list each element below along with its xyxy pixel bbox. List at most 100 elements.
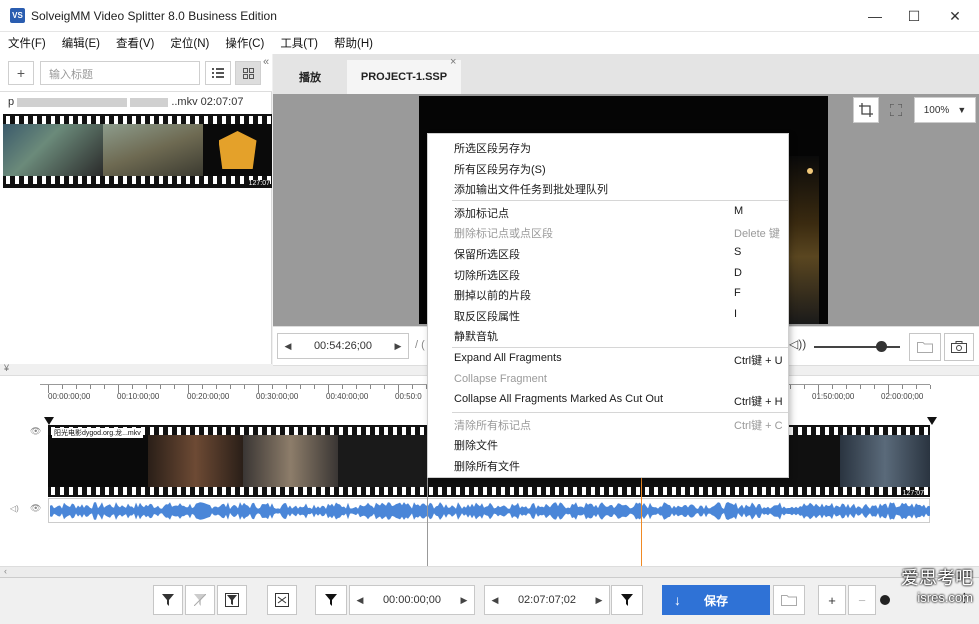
collapse-panel-icon[interactable]: « — [263, 56, 269, 68]
ruler-label: 00:20:00;00 — [187, 392, 230, 401]
ruler-tick — [62, 385, 63, 389]
context-menu-item[interactable]: 所有区段另存为(S) — [428, 158, 788, 178]
menu-edit[interactable]: 编辑(E) — [62, 35, 100, 51]
ruler-label: 00:00:00;00 — [48, 392, 91, 401]
context-menu-item[interactable]: 保留所选区段 S — [428, 243, 788, 263]
track-perforation-bottom — [48, 487, 930, 495]
menu-item-label: Collapse Fragment — [454, 372, 547, 385]
grid-view-icon[interactable] — [235, 61, 261, 85]
zoom-in-button[interactable]: + — [818, 585, 846, 615]
context-menu-item[interactable]: 删掉以前的片段 F — [428, 284, 788, 304]
zoom-out-button[interactable]: − — [848, 585, 876, 615]
zoom-slider-handle[interactable] — [880, 595, 890, 605]
filter-icon[interactable] — [153, 585, 183, 615]
end-prev-icon[interactable]: ◀ — [485, 595, 505, 606]
menu-item-label: 添加标记点 — [454, 207, 509, 220]
minimize-button[interactable]: — — [853, 0, 897, 32]
zoom-select[interactable]: 100% ▼ — [914, 97, 976, 123]
volume-icon[interactable]: ◁)) — [789, 337, 806, 351]
cut-segment-icon[interactable] — [217, 585, 247, 615]
marker-start-icon[interactable] — [315, 585, 347, 615]
menu-tools[interactable]: 工具(T) — [280, 35, 318, 51]
context-menu-item[interactable]: 切除所选区段 D — [428, 264, 788, 284]
menu-item-label: 删除所有文件 — [454, 461, 520, 473]
audio-icon[interactable]: ◁) — [10, 504, 19, 513]
current-time-box[interactable]: ◀ 00:54:26;00 ▶ — [277, 333, 409, 359]
watermark-line2: isres.com — [917, 590, 973, 605]
bottom-toolbar: ◀ 00:00:00;00 ▶ ◀ 02:07:07;02 ▶ ↓ 保存 + −… — [0, 577, 979, 624]
start-time[interactable]: 00:00:00;00 — [370, 594, 454, 606]
context-menu-item[interactable]: 静默音轨 — [428, 325, 788, 345]
ruler-label: 01:50:00;00 — [812, 392, 855, 401]
end-marker-icon[interactable] — [927, 417, 937, 425]
ruler-tick — [874, 385, 875, 389]
end-time[interactable]: 02:07:07;02 — [505, 594, 589, 606]
close-button[interactable]: ✕ — [933, 0, 977, 32]
menu-item-label: Collapse All Fragments Marked As Cut Out — [454, 393, 664, 406]
next-frame-icon[interactable]: ▶ — [388, 341, 408, 352]
start-time-box[interactable]: ◀ 00:00:00;00 ▶ — [349, 585, 475, 615]
close-tab-icon[interactable]: × — [450, 56, 456, 68]
menu-item-label: 清除所有标记点 — [454, 419, 531, 432]
chevron-down-icon: ▼ — [957, 105, 967, 115]
context-menu-item[interactable]: 取反区段属性 I — [428, 305, 788, 325]
output-folder-icon[interactable] — [773, 585, 805, 615]
ruler-tick — [286, 385, 287, 389]
scroll-left-icon[interactable]: ‹ — [4, 566, 7, 576]
save-button[interactable]: ↓ 保存 — [662, 585, 770, 615]
context-menu-item[interactable]: 添加标记点 M — [428, 202, 788, 222]
add-file-button[interactable]: + — [8, 61, 34, 85]
menu-item-label: 添加输出文件任务到批处理队列 — [454, 184, 608, 197]
snapshot-icon[interactable] — [944, 333, 974, 361]
tab-project[interactable]: PROJECT-1.SSP — [347, 60, 461, 94]
street-lamp — [807, 168, 813, 174]
menu-view[interactable]: 查看(V) — [116, 35, 154, 51]
marker-end-icon[interactable] — [611, 585, 643, 615]
tab-media[interactable]: 播放 — [273, 60, 347, 94]
context-menu-item: 删除标记点或点区段 Delete 键 — [428, 222, 788, 242]
end-next-icon[interactable]: ▶ — [589, 595, 609, 606]
mute-segment-icon[interactable] — [267, 585, 297, 615]
context-menu-item[interactable]: 添加输出文件任务到批处理队列 — [428, 178, 788, 198]
current-time[interactable]: 00:54:26;00 — [298, 340, 388, 352]
ruler-tick — [300, 385, 301, 389]
context-menu-item[interactable]: 删除所有文件 — [428, 455, 788, 475]
download-icon: ↓ — [674, 592, 681, 608]
folder-icon[interactable] — [909, 333, 941, 361]
start-marker-icon[interactable] — [44, 417, 54, 425]
volume-slider[interactable] — [814, 346, 900, 348]
volume-handle[interactable] — [876, 341, 887, 352]
time-separator: / ( — [415, 339, 425, 351]
list-view-icon[interactable] — [205, 61, 231, 85]
context-menu-item: Collapse Fragment — [428, 370, 788, 390]
menu-item-label: 取反区段属性 — [454, 310, 520, 323]
maximize-button[interactable]: ☐ — [892, 0, 936, 32]
clear-filter-icon[interactable] — [185, 585, 215, 615]
ruler-label: 00:30:00;00 — [256, 392, 299, 401]
ruler-tick — [384, 385, 385, 389]
video-light — [789, 156, 819, 324]
start-next-icon[interactable]: ▶ — [454, 595, 474, 606]
prev-frame-icon[interactable]: ◀ — [278, 341, 298, 352]
end-time-box[interactable]: ◀ 02:07:07;02 ▶ — [484, 585, 610, 615]
ruler-tick — [832, 385, 833, 389]
audio-eye-icon[interactable]: 👁 — [30, 503, 41, 514]
fullscreen-icon[interactable] — [883, 97, 909, 123]
menu-navigate[interactable]: 定位(N) — [170, 35, 209, 51]
media-thumbnail[interactable]: 127:07 — [3, 114, 272, 188]
context-menu-item[interactable]: 所选区段另存为 — [428, 137, 788, 157]
splitter-chevron-icon[interactable]: ¥ — [4, 363, 9, 373]
context-menu-item[interactable]: 删除文件 — [428, 434, 788, 454]
crop-icon[interactable] — [853, 97, 879, 123]
ruler-tick — [90, 385, 91, 389]
video-eye-icon[interactable]: 👁 — [30, 426, 41, 437]
menu-help[interactable]: 帮助(H) — [334, 35, 373, 51]
ruler-tick — [202, 385, 203, 389]
horizontal-scrollbar[interactable]: ‹ › — [0, 566, 979, 577]
context-menu-item[interactable]: Expand All Fragments Ctrl键 + U — [428, 349, 788, 369]
context-menu-item[interactable]: Collapse All Fragments Marked As Cut Out… — [428, 390, 788, 410]
start-prev-icon[interactable]: ◀ — [350, 595, 370, 606]
menu-file[interactable]: 文件(F) — [8, 35, 46, 51]
search-input[interactable]: 输入标题 — [40, 61, 200, 85]
menu-action[interactable]: 操作(C) — [225, 35, 264, 51]
